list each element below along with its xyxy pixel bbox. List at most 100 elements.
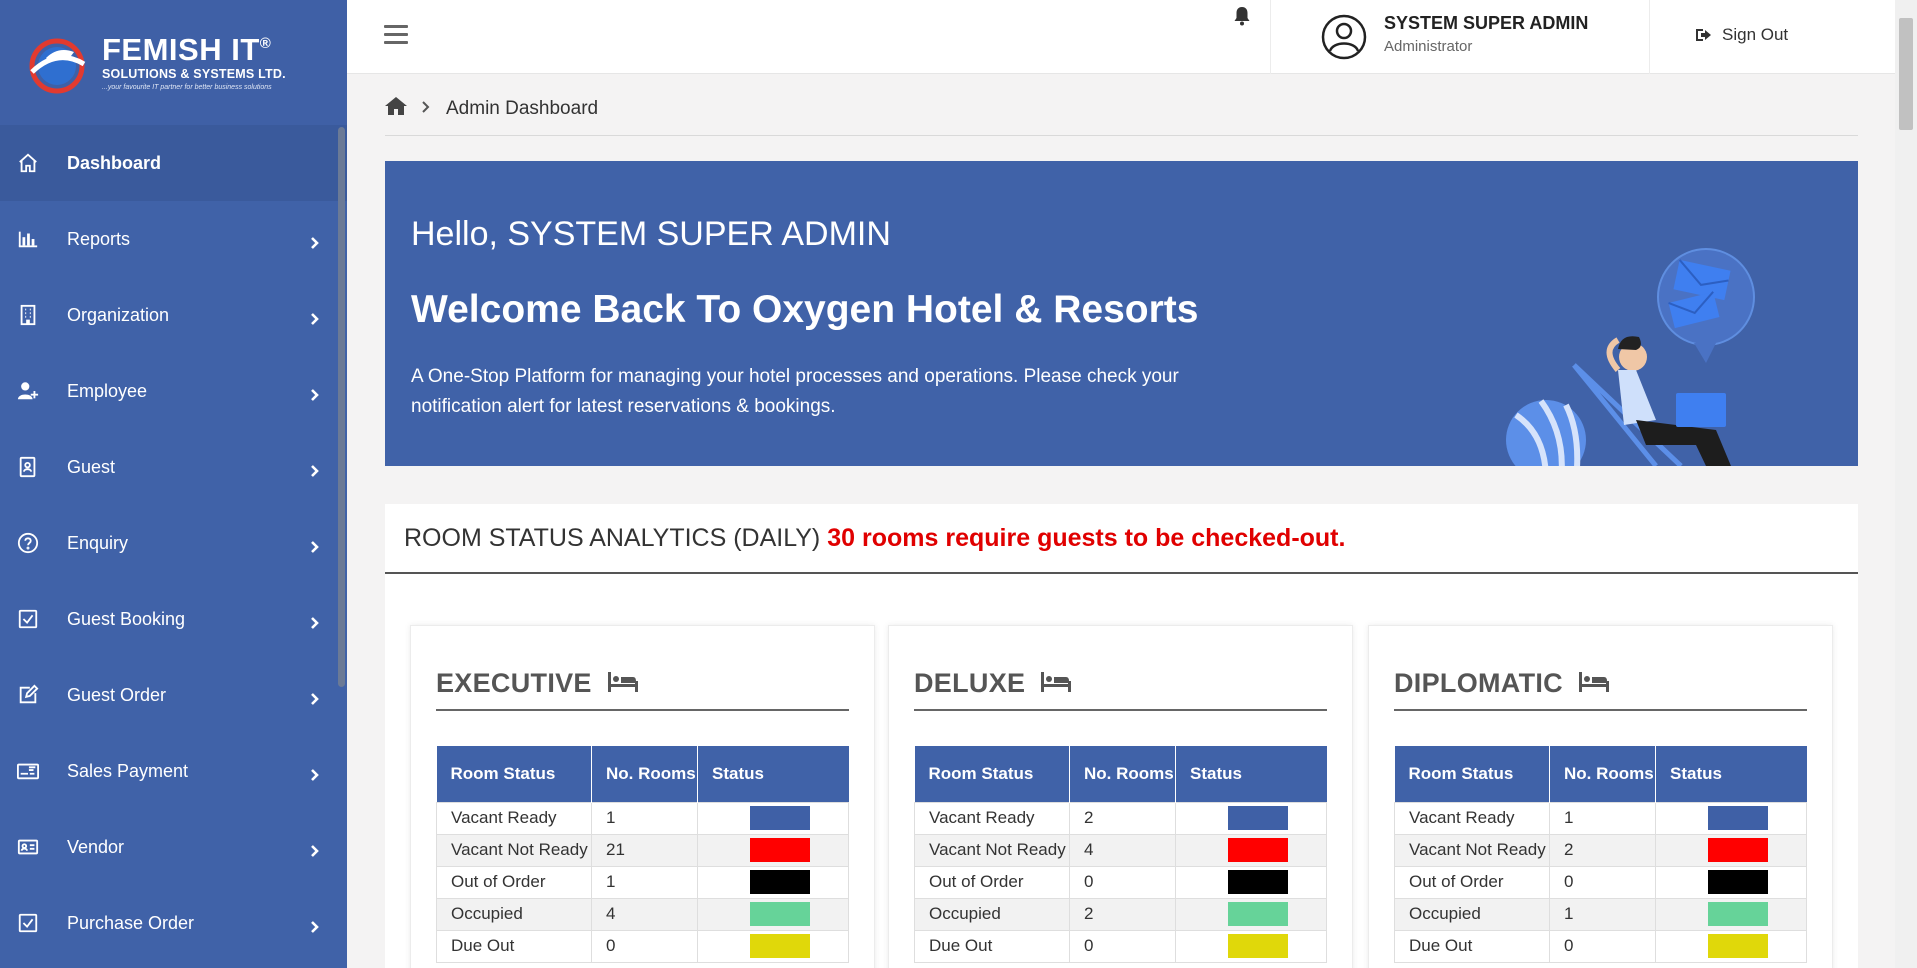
sidebar-scrollbar[interactable] [338,127,345,687]
menu-toggle-button[interactable] [384,25,408,45]
sidebar-item-guest[interactable]: Guest [0,429,347,505]
status-color-cell [1655,929,1807,963]
status-color-swatch [1708,934,1768,958]
room-status-cell: Out of Order [436,865,592,899]
sidebar-item-label: Purchase Order [67,912,195,933]
table-row: Due Out 0 [436,929,849,963]
room-status-table: Room Status No. Rooms Status Vacant Ready 1 V… [1394,746,1807,963]
chevron-right-icon [309,309,321,325]
column-header: Room Status [436,746,592,802]
status-color-swatch [1228,934,1288,958]
sidebar-item-employee[interactable]: Employee [0,353,347,429]
room-count-cell: 0 [1549,929,1656,963]
bell-icon[interactable] [1233,6,1251,26]
table-row: Out of Order 1 [436,865,849,899]
sidebar-item-label: Enquiry [67,532,129,553]
user-name: SYSTEM SUPER ADMIN [1384,13,1589,33]
room-count-cell: 1 [1549,897,1656,931]
room-type-panel: EXECUTIVE Room Status No. Rooms Status Vacan… [410,625,875,968]
femish-logo-icon [24,28,94,98]
status-color-cell [697,865,849,899]
status-color-cell [1175,801,1327,835]
room-type-panel: DIPLOMATIC Room Status No. Rooms Status Vaca… [1368,625,1833,968]
sidebar: FEMISH IT® SOLUTIONS & SYSTEMS LTD. ...y… [0,0,347,968]
chevron-right-icon [309,613,321,629]
column-header: Status [697,746,849,802]
room-status-cell: Out of Order [1394,865,1550,899]
sign-out-button[interactable]: Sign Out [1695,25,1788,45]
status-color-cell [1175,929,1327,963]
status-color-swatch [1708,870,1768,894]
sign-out-icon [1696,29,1711,41]
sidebar-item-label: Organization [67,304,170,325]
status-color-cell [1655,801,1807,835]
room-count-cell: 2 [1069,897,1176,931]
sidebar-item-label: Sales Payment [67,760,189,781]
home-icon[interactable] [385,96,407,121]
welcome-banner: Hello, SYSTEM SUPER ADMIN Welcome Back T… [385,161,1858,466]
user-profile[interactable]: SYSTEM SUPER ADMIN Administrator [1270,0,1650,74]
greeting: Hello, SYSTEM SUPER ADMIN [411,215,891,253]
bed-icon [607,672,638,697]
breadcrumb: Admin Dashboard [385,96,1858,136]
status-color-cell [697,833,849,867]
sidebar-menu: Dashboard Reports Organization Employee [0,125,347,968]
status-color-swatch [750,806,810,830]
room-count-cell: 4 [591,897,698,931]
brand-tagline: ...your favourite IT partner for better … [102,83,272,91]
column-header: No. Rooms [1069,746,1176,802]
room-count-cell: 0 [1069,929,1176,963]
column-header: No. Rooms [591,746,698,802]
room-status-cell: Vacant Ready [1394,801,1550,835]
sidebar-item-sales-payment[interactable]: Sales Payment [0,733,347,809]
sidebar-item-dashboard[interactable]: Dashboard [0,125,347,201]
chevron-right-icon [309,233,321,249]
sidebar-item-label: Employee [67,380,148,401]
chevron-right-icon [309,689,321,705]
sidebar-item-enquiry[interactable]: Enquiry [0,505,347,581]
status-color-swatch [1228,902,1288,926]
status-color-cell [697,897,849,931]
room-type-title: EXECUTIVE [436,668,592,698]
chevron-right-icon [309,537,321,553]
room-type-title: DIPLOMATIC [1394,668,1563,698]
table-row: Vacant Not Ready 2 [1394,833,1807,867]
sidebar-item-vendor[interactable]: Vendor [0,809,347,885]
brand-logo[interactable]: FEMISH IT® SOLUTIONS & SYSTEMS LTD. ...y… [0,0,347,125]
sidebar-item-label: Vendor [67,836,125,857]
status-color-cell [697,929,849,963]
breadcrumb-current: Admin Dashboard [446,97,599,119]
sidebar-item-guest-booking[interactable]: Guest Booking [0,581,347,657]
edit-icon [16,683,40,707]
relaxing-person-illustration [1506,248,1755,466]
chevron-right-icon [309,917,321,933]
room-count-cell: 21 [591,833,698,867]
checkout-alert: 30 rooms require guests to be checked-ou… [827,523,1346,552]
sidebar-item-purchase-order[interactable]: Purchase Order [0,885,347,961]
status-color-swatch [1228,806,1288,830]
status-color-swatch [1708,838,1768,862]
bar-chart-icon [16,227,40,251]
id-card-icon [16,455,40,479]
chevron-right-icon [421,100,430,118]
page-scrollbar[interactable] [1895,0,1917,968]
column-header: Status [1655,746,1807,802]
room-type-header: DELUXE [914,668,1327,711]
room-count-cell: 2 [1069,801,1176,835]
room-status-cell: Vacant Ready [914,801,1070,835]
room-status-cell: Occupied [436,897,592,931]
room-status-cell: Vacant Not Ready [914,833,1070,867]
room-count-cell: 1 [1549,801,1656,835]
room-count-cell: 0 [1069,865,1176,899]
status-color-swatch [750,902,810,926]
room-status-table: Room Status No. Rooms Status Vacant Ready 1 V… [436,746,849,963]
room-status-cell: Due Out [1394,929,1550,963]
room-count-cell: 4 [1069,833,1176,867]
column-header: No. Rooms [1549,746,1656,802]
sidebar-item-label: Guest [67,456,116,477]
room-type-panel: DELUXE Room Status No. Rooms Status Vacant R… [888,625,1353,968]
sidebar-item-organization[interactable]: Organization [0,277,347,353]
sidebar-item-reports[interactable]: Reports [0,201,347,277]
sidebar-item-guest-order[interactable]: Guest Order [0,657,347,733]
room-type-title: DELUXE [914,668,1026,698]
